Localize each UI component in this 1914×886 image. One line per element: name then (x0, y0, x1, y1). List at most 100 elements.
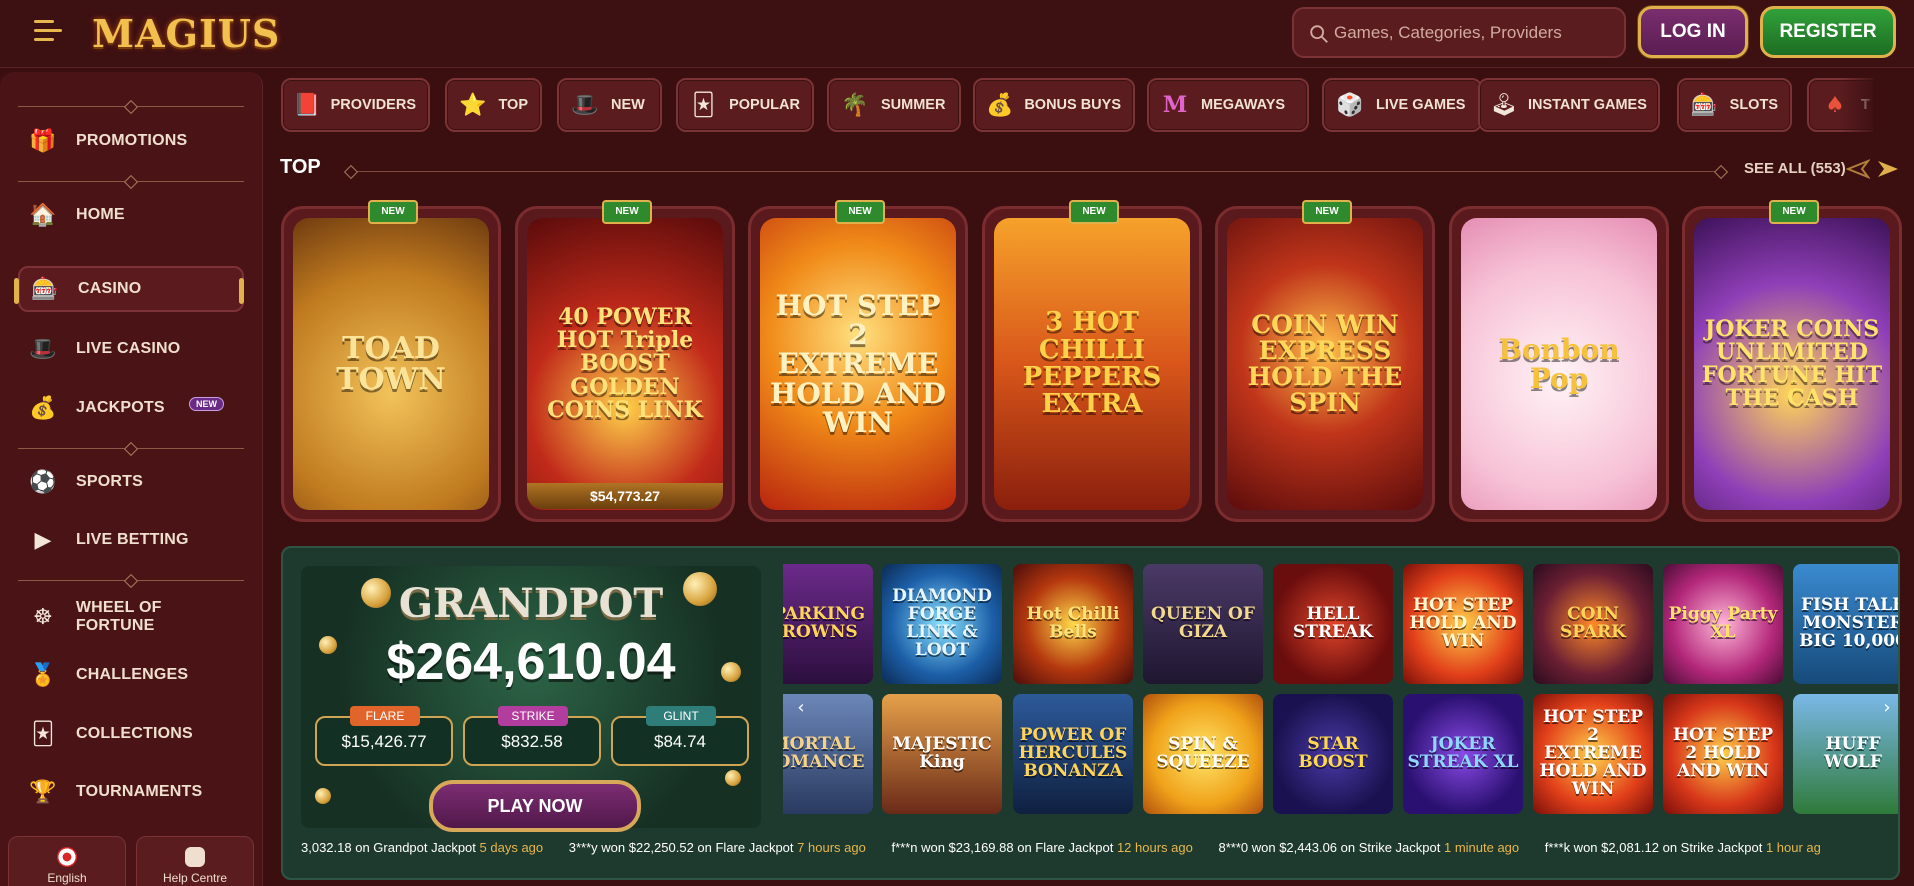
tab-summer[interactable]: 🌴 SUMMER (827, 78, 961, 132)
game-thumbnail: HOT STEP 2 EXTREME HOLD AND WIN (760, 218, 956, 510)
game-title: 3 HOT CHILLI PEPPERS EXTRA (1022, 307, 1162, 420)
hamburger-menu-icon[interactable] (34, 20, 64, 44)
sidebar-item-label: JACKPOTS (76, 399, 165, 416)
play-now-button[interactable]: PLAY NOW (429, 780, 641, 832)
sidebar-item-label: PROMOTIONS (76, 132, 188, 149)
glint-label: GLINT (646, 706, 716, 726)
ticker-time: 1 minute ago (1443, 840, 1520, 855)
tab-label: SLOTS (1729, 97, 1778, 113)
game-tile-title: DIAMOND FORGE LINK & LOOT (892, 586, 992, 660)
sidebar-item-label: TOURNAMENTS (76, 783, 203, 800)
game-card[interactable]: JOKER COINS UNLIMITED FORTUNE HIT THE CA… (1682, 200, 1902, 522)
game-tile-title: Piggy Party XL (1668, 604, 1778, 642)
tab-label: LIVE GAMES (1376, 97, 1466, 113)
sports-icon: ⚽ (29, 469, 57, 495)
help-centre-button[interactable]: Help Centre (136, 836, 254, 886)
category-fade (1840, 78, 1880, 132)
game-tile-title: MORTAL ROMANCE (783, 734, 865, 772)
joystick-icon: 🕹 (1490, 92, 1518, 118)
star-icon: ⭐ (459, 92, 487, 118)
strike-value: $832.58 (501, 732, 563, 751)
arrow-right-icon[interactable] (1876, 158, 1900, 180)
game-card[interactable]: HOT STEP 2 EXTREME HOLD AND WIN NEW (748, 200, 968, 522)
game-tile[interactable]: SPIN & SQUEEZE (1143, 694, 1263, 814)
logo[interactable]: MAGIUS (92, 10, 279, 58)
language-selector[interactable]: English (8, 836, 126, 886)
tab-megaways[interactable]: M MEGAWAYS (1147, 78, 1309, 132)
game-tile[interactable]: Hot Chilli Bells (1013, 564, 1133, 684)
flare-label: FLARE (350, 706, 420, 726)
canada-flag-icon (57, 847, 77, 867)
register-button[interactable]: REGISTER (1760, 6, 1896, 58)
game-tile[interactable]: HOT STEP 2 HOLD AND WIN (1663, 694, 1783, 814)
game-tile[interactable]: COIN SPARK (1533, 564, 1653, 684)
jackpot-panel: GRANDPOT $264,610.04 FLARE $15,426.77 ST… (281, 546, 1900, 880)
game-card[interactable]: 40 POWER HOT Triple BOOST GOLDEN COINS L… (515, 200, 735, 522)
slot-reels-icon: 🎰 (1690, 92, 1719, 118)
game-tile[interactable]: DIAMOND FORGE LINK & LOOT (882, 564, 1002, 684)
sidebar-item-tournaments[interactable]: 🏆 TOURNAMENTS (18, 769, 244, 815)
search-icon (1310, 25, 1328, 43)
grid-prev-icon[interactable]: ‹ (791, 698, 811, 718)
sidebar-item-challenges[interactable]: 🏅 CHALLENGES (18, 652, 244, 698)
game-card[interactable]: Bonbon Pop (1449, 206, 1669, 522)
tab-providers[interactable]: 📕 PROVIDERS (281, 78, 430, 132)
game-card[interactable]: TOAD TOWN NEW (281, 200, 501, 522)
grid-next-icon[interactable]: › (1877, 698, 1897, 718)
game-tile[interactable]: POWER OF HERCULES BONANZA (1013, 694, 1133, 814)
tab-label: INSTANT GAMES (1527, 97, 1647, 113)
game-tile[interactable]: FISH TALE MONSTER BIG 10,000 (1793, 564, 1898, 684)
search-input[interactable] (1334, 19, 1614, 47)
winners-ticker: 3,032.18 on Grandpot Jackpot 5 days ago … (301, 840, 1898, 862)
ticker-time: 5 days ago (479, 840, 544, 855)
game-card[interactable]: COIN WIN EXPRESS HOLD THE SPIN NEW (1215, 200, 1435, 522)
section-divider (346, 171, 1726, 172)
tab-live-games[interactable]: 🎲 LIVE GAMES (1322, 78, 1482, 132)
game-tile[interactable]: Piggy Party XL (1663, 564, 1783, 684)
game-tile-title: POWER OF HERCULES BONANZA (1018, 725, 1128, 781)
game-tile[interactable]: HOT STEP HOLD AND WIN (1403, 564, 1523, 684)
search-box[interactable] (1292, 7, 1626, 58)
sidebar-item-wheel-of-fortune[interactable]: ☸ WHEEL OF FORTUNE (18, 594, 244, 640)
sidebar-item-live-betting[interactable]: ▶ LIVE BETTING (18, 517, 244, 563)
jackpot-games-grid: SPARKING CROWNS DIAMOND FORGE LINK & LOO… (783, 564, 1898, 824)
login-button[interactable]: LOG IN (1638, 6, 1748, 58)
sidebar-item-casino[interactable]: 🎰 CASINO (14, 266, 244, 312)
tab-popular[interactable]: 🃏 POPULAR (676, 78, 814, 132)
arrow-left-icon[interactable] (1846, 158, 1870, 180)
tab-slots[interactable]: 🎰 SLOTS (1677, 78, 1792, 132)
game-thumbnail: Bonbon Pop (1461, 218, 1657, 510)
see-all-link[interactable]: SEE ALL (553) (1744, 160, 1846, 177)
tab-new[interactable]: 🎩 NEW (557, 78, 662, 132)
game-tile[interactable]: SPARKING CROWNS (783, 564, 873, 684)
game-card[interactable]: 3 HOT CHILLI PEPPERS EXTRA NEW (982, 200, 1202, 522)
game-tile-title: HOT STEP 2 EXTREME HOLD AND WIN (1539, 707, 1647, 799)
new-tag: NEW (602, 200, 652, 224)
game-tile-title: STAR BOOST (1298, 734, 1368, 772)
game-tile[interactable]: MAJESTIC King (882, 694, 1002, 814)
sidebar-item-promotions[interactable]: 🎁 PROMOTIONS (18, 118, 244, 164)
game-tile-title: HUFF WOLF (1824, 734, 1882, 772)
game-tile[interactable]: JOKER STREAK XL (1403, 694, 1523, 814)
tab-instant-games[interactable]: 🕹 INSTANT GAMES (1478, 78, 1660, 132)
challenges-icon: 🏅 (29, 662, 57, 688)
sidebar-item-sports[interactable]: ⚽ SPORTS (18, 459, 244, 505)
new-badge: NEW (189, 397, 224, 411)
megaways-m-icon: M (1162, 92, 1188, 118)
coin-icon (315, 788, 331, 804)
ticker-time: 1 hour ag (1765, 840, 1821, 855)
tab-top[interactable]: ⭐ TOP (445, 78, 542, 132)
game-tile[interactable]: QUEEN OF GIZA (1143, 564, 1263, 684)
sidebar-divider (18, 575, 244, 587)
sidebar-item-live-casino[interactable]: 🎩 LIVE CASINO (18, 326, 244, 372)
sidebar-item-label: WHEEL OF FORTUNE (75, 599, 162, 634)
game-tile[interactable]: STAR BOOST (1273, 694, 1393, 814)
glint-jackpot: GLINT $84.74 (611, 706, 749, 766)
sidebar-item-collections[interactable]: 🃏 COLLECTIONS (18, 711, 244, 757)
game-tile[interactable]: HELL STREAK (1273, 564, 1393, 684)
flare-jackpot: FLARE $15,426.77 (315, 706, 453, 766)
sidebar-item-jackpots[interactable]: 💰 JACKPOTS NEW (18, 385, 244, 431)
tab-bonus-buys[interactable]: 💰 BONUS BUYS (973, 78, 1135, 132)
sidebar-item-home[interactable]: 🏠 HOME (18, 192, 244, 238)
game-tile[interactable]: HOT STEP 2 EXTREME HOLD AND WIN (1533, 694, 1653, 814)
